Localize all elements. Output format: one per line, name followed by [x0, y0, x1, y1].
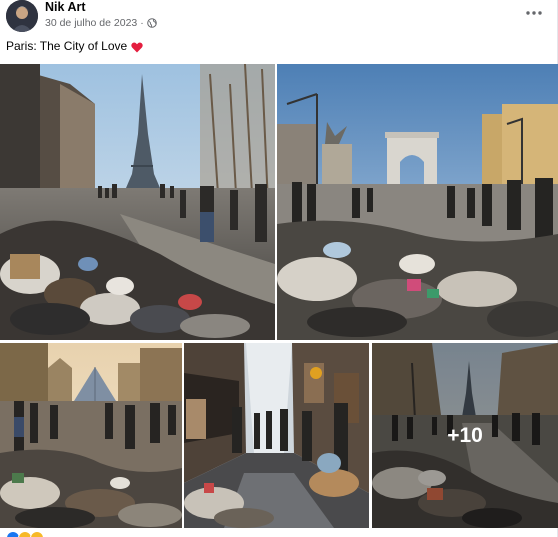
photo-arc-de-triomphe	[277, 64, 558, 340]
post-photo-5[interactable]: +10	[372, 343, 558, 528]
post-date[interactable]: 30 de julho de 2023	[45, 16, 137, 30]
post-caption: Paris: The City of Love	[6, 38, 143, 54]
post-photo-3[interactable]	[0, 343, 182, 528]
meta-separator: ·	[140, 17, 144, 29]
heart-icon	[131, 41, 143, 52]
post-photo-4[interactable]	[184, 343, 369, 528]
post-photo-2[interactable]	[277, 64, 558, 340]
author-name[interactable]: Nik Art	[45, 0, 86, 15]
photo-louvre	[0, 343, 182, 528]
author-avatar[interactable]	[6, 0, 38, 32]
post-header: Nik Art 30 de julho de 2023 ·	[0, 0, 558, 34]
more-options-icon	[526, 11, 542, 15]
photo-eiffel-street	[0, 64, 275, 340]
wow-reaction-icon	[30, 531, 44, 537]
caption-text: Paris: The City of Love	[6, 39, 128, 53]
more-photos-overlay[interactable]: +10	[372, 343, 558, 528]
reactions-summary[interactable]	[6, 531, 44, 537]
photo-narrow-street	[184, 343, 369, 528]
post-meta: 30 de julho de 2023 ·	[45, 16, 157, 30]
post-photo-1[interactable]	[0, 64, 275, 340]
facebook-post: Nik Art 30 de julho de 2023 · Paris: The…	[0, 0, 558, 537]
globe-icon[interactable]	[146, 18, 157, 28]
more-photos-count: +10	[447, 423, 483, 447]
more-options-button[interactable]	[522, 4, 546, 22]
